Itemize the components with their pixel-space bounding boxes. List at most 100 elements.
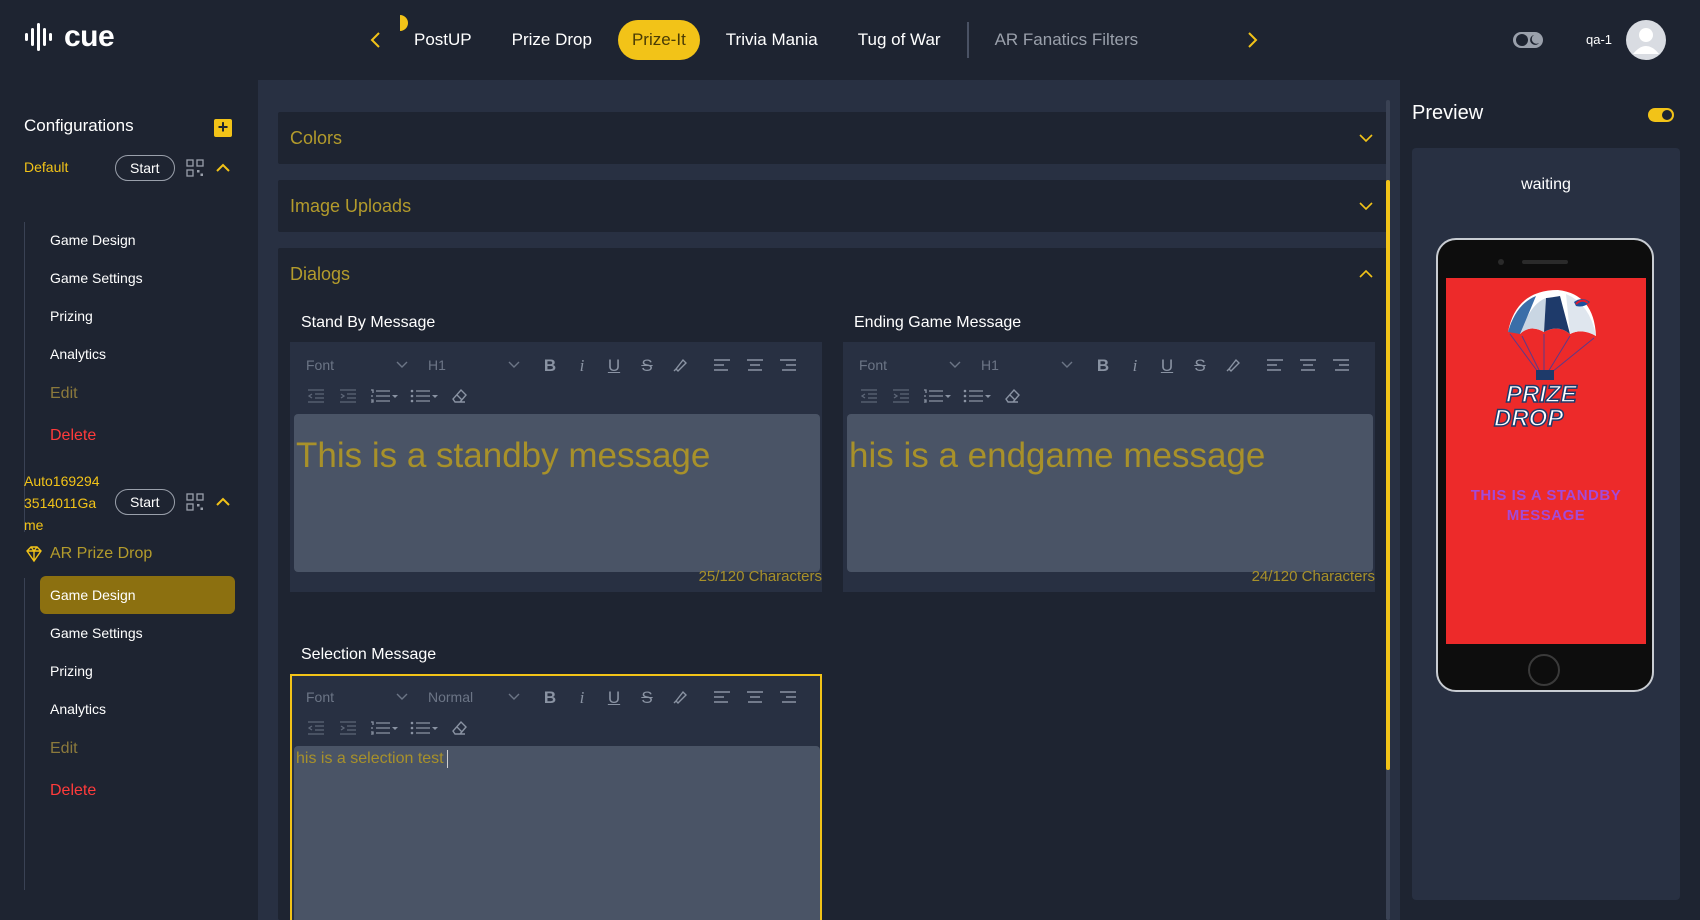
delete-config-button[interactable]: Delete	[40, 417, 235, 455]
logo-line: DROP	[1494, 405, 1564, 432]
bold-icon[interactable]: B	[540, 356, 560, 376]
sidebar-item-prizing[interactable]: Prizing	[40, 652, 235, 690]
bullet-list-icon[interactable]	[410, 719, 438, 739]
clear-format-icon[interactable]	[450, 387, 470, 407]
preview-toggle[interactable]	[1648, 108, 1674, 122]
tab-ar-fanatics-filters[interactable]: AR Fanatics Filters	[981, 20, 1153, 60]
tab-prize-it[interactable]: Prize-It	[617, 20, 700, 60]
italic-icon[interactable]: i	[572, 688, 592, 708]
font-select[interactable]: Font	[306, 350, 410, 380]
tabs-next-button[interactable]	[1240, 26, 1264, 54]
chevron-down-icon	[508, 693, 520, 700]
underline-icon[interactable]: U	[604, 688, 624, 708]
outdent-icon[interactable]	[306, 387, 326, 407]
tab-postup[interactable]: PostUP	[400, 20, 486, 60]
indent-icon[interactable]	[338, 387, 358, 407]
standby-text: This is a standby message	[296, 436, 711, 475]
editor-toolbar: Font H1 B i U S	[292, 350, 820, 380]
start-button-auto[interactable]: Start	[115, 489, 175, 515]
heading-select[interactable]: H1	[428, 350, 524, 380]
chevron-up-icon[interactable]	[216, 497, 230, 507]
game-tabs: PostUP Prize Drop Prize-It Trivia Mania …	[400, 20, 1164, 60]
tab-tug-of-war[interactable]: Tug of War	[844, 20, 955, 60]
chevron-down-icon[interactable]	[1358, 201, 1374, 211]
bullet-list-icon[interactable]	[410, 387, 438, 407]
chevron-down-icon	[949, 361, 961, 368]
colors-section[interactable]: Colors	[278, 112, 1388, 164]
italic-icon[interactable]: i	[1125, 356, 1145, 376]
chevron-up-icon[interactable]	[1358, 269, 1374, 279]
align-right-icon[interactable]	[778, 688, 798, 708]
strikethrough-icon[interactable]: S	[1190, 356, 1210, 376]
font-select[interactable]: Font	[306, 682, 410, 712]
strikethrough-icon[interactable]: S	[637, 688, 657, 708]
phone-standby-message: THIS IS A STANDBY MESSAGE	[1470, 487, 1622, 524]
chevron-up-icon[interactable]	[216, 163, 230, 173]
font-select[interactable]: Font	[859, 350, 963, 380]
editor-toolbar: Font H1 B i U S	[845, 350, 1373, 380]
start-button-default[interactable]: Start	[115, 155, 175, 181]
align-center-icon[interactable]	[745, 688, 765, 708]
text-cursor	[446, 750, 448, 768]
qr-code-icon[interactable]	[186, 493, 204, 511]
qr-code-icon[interactable]	[186, 159, 204, 177]
align-center-icon[interactable]	[745, 356, 765, 376]
bullet-list-icon[interactable]	[963, 387, 991, 407]
highlight-icon[interactable]	[670, 688, 690, 708]
align-right-icon[interactable]	[778, 356, 798, 376]
edit-config-button[interactable]: Edit	[40, 375, 235, 413]
indent-icon[interactable]	[891, 387, 911, 407]
chevron-down-icon[interactable]	[1358, 133, 1374, 143]
image-uploads-section[interactable]: Image Uploads	[278, 180, 1388, 232]
outdent-icon[interactable]	[859, 387, 879, 407]
align-left-icon[interactable]	[712, 356, 732, 376]
highlight-icon[interactable]	[670, 356, 690, 376]
bold-icon[interactable]: B	[540, 688, 560, 708]
add-configuration-button[interactable]: +	[214, 118, 232, 137]
ar-prize-drop-label[interactable]: AR Prize Drop	[24, 544, 152, 564]
selection-text-area[interactable]: his is a selection test	[294, 746, 820, 920]
tab-prize-drop[interactable]: Prize Drop	[498, 20, 606, 60]
ordered-list-icon[interactable]	[370, 387, 398, 407]
align-left-icon[interactable]	[712, 688, 732, 708]
italic-icon[interactable]: i	[572, 356, 592, 376]
config-name-default[interactable]: Default	[24, 156, 68, 178]
ending-text-area[interactable]: his is a endgame message	[847, 414, 1373, 572]
clear-format-icon[interactable]	[1003, 387, 1023, 407]
sidebar-item-game-design-active[interactable]: Game Design	[40, 576, 235, 614]
sidebar-item-game-settings[interactable]: Game Settings	[40, 614, 235, 652]
sidebar-item-analytics[interactable]: Analytics	[40, 335, 235, 373]
clear-format-icon[interactable]	[450, 719, 470, 739]
ordered-list-icon[interactable]	[370, 719, 398, 739]
scrollbar-thumb[interactable]	[1386, 180, 1390, 770]
app-logo[interactable]: cue	[24, 20, 115, 54]
main-scrollbar[interactable]	[1386, 100, 1390, 920]
heading-select[interactable]: H1	[981, 350, 1077, 380]
sidebar-item-prizing[interactable]: Prizing	[40, 297, 235, 335]
tabs-prev-button[interactable]	[364, 26, 388, 54]
indent-icon[interactable]	[338, 719, 358, 739]
align-left-icon[interactable]	[1265, 356, 1285, 376]
highlight-icon[interactable]	[1223, 356, 1243, 376]
sidebar-item-analytics[interactable]: Analytics	[40, 690, 235, 728]
underline-icon[interactable]: U	[1157, 356, 1177, 376]
align-right-icon[interactable]	[1331, 356, 1351, 376]
bold-icon[interactable]: B	[1093, 356, 1113, 376]
strikethrough-icon[interactable]: S	[637, 356, 657, 376]
config-name-auto[interactable]: Auto169294 3514011Ga me	[24, 470, 100, 536]
ordered-list-icon[interactable]	[923, 387, 951, 407]
size-select[interactable]: Normal	[428, 682, 524, 712]
underline-icon[interactable]: U	[604, 356, 624, 376]
user-avatar[interactable]	[1626, 20, 1666, 60]
sidebar-item-game-design[interactable]: Game Design	[40, 221, 235, 259]
outdent-icon[interactable]	[306, 719, 326, 739]
delete-config-button[interactable]: Delete	[40, 772, 235, 810]
phone-camera	[1498, 259, 1504, 265]
tab-trivia-mania[interactable]: Trivia Mania	[712, 20, 832, 60]
theme-toggle-icon[interactable]	[1512, 30, 1544, 50]
sidebar-item-game-settings[interactable]: Game Settings	[40, 259, 235, 297]
standby-text-area[interactable]: This is a standby message	[294, 414, 820, 572]
phone-home-button	[1528, 654, 1560, 686]
edit-config-button[interactable]: Edit	[40, 730, 235, 768]
align-center-icon[interactable]	[1298, 356, 1318, 376]
